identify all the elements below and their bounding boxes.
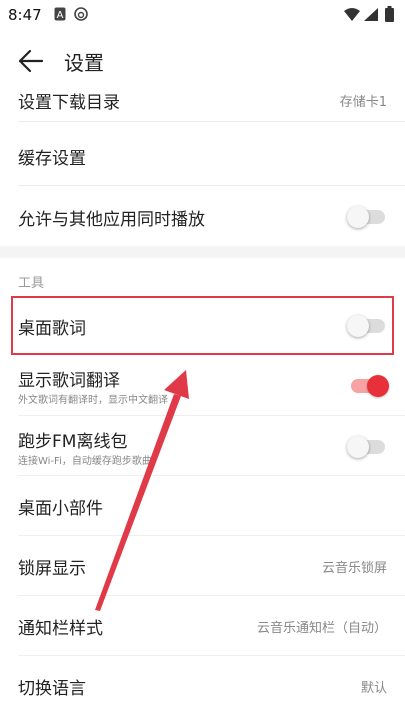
lyric-translation-label: 显示歌词翻译 <box>18 371 120 391</box>
back-arrow-icon[interactable] <box>14 46 48 76</box>
app-header: 设置 <box>0 36 405 86</box>
setting-notification-style[interactable]: 通知栏样式 云音乐通知栏（自动） <box>0 596 405 656</box>
setting-language[interactable]: 切换语言 默认 <box>0 656 405 716</box>
desktop-widget-label: 桌面小部件 <box>18 499 103 519</box>
notification-style-value: 云音乐通知栏（自动） <box>256 621 387 636</box>
cache-label: 缓存设置 <box>18 149 86 169</box>
setting-allow-other-apps[interactable]: 允许与其他应用同时播放 <box>0 186 405 246</box>
wifi-icon <box>344 8 360 21</box>
notification-style-label: 通知栏样式 <box>18 619 103 639</box>
setting-lyric-translation[interactable]: 显示歌词翻译 外文歌词有翻译时，显示中文翻译 <box>0 356 405 416</box>
status-time: 8:47 <box>8 6 42 24</box>
lockscreen-value: 云音乐锁屏 <box>321 561 387 576</box>
toggle-knob <box>367 375 389 397</box>
download-dir-value: 存储卡1 <box>339 95 387 110</box>
section-title-tools: 工具 <box>18 276 45 291</box>
highlight-box <box>11 296 394 355</box>
setting-lockscreen[interactable]: 锁屏显示 云音乐锁屏 <box>0 536 405 596</box>
a-badge-icon: A <box>54 7 66 21</box>
netease-icon <box>74 7 88 21</box>
lockscreen-label: 锁屏显示 <box>18 559 86 579</box>
signal-icon <box>364 8 378 21</box>
setting-desktop-widget[interactable]: 桌面小部件 <box>0 476 405 536</box>
lyric-translation-sub: 外文歌词有翻译时，显示中文翻译 <box>18 395 168 406</box>
toggle-knob <box>347 206 369 228</box>
page-title: 设置 <box>64 51 104 75</box>
download-dir-label: 设置下载目录 <box>18 93 120 113</box>
language-label: 切换语言 <box>18 679 86 699</box>
svg-text:A: A <box>57 10 64 21</box>
lyric-translation-toggle[interactable] <box>351 375 389 397</box>
setting-cache[interactable]: 缓存设置 <box>0 122 405 186</box>
setting-running-fm[interactable]: 跑步FM离线包 连接Wi-Fi，自动缓存跑步歌曲 <box>0 416 405 476</box>
allow-other-apps-toggle[interactable] <box>347 206 385 228</box>
running-fm-sub: 连接Wi-Fi，自动缓存跑步歌曲 <box>18 456 152 467</box>
status-bar: 8:47 A <box>0 0 405 30</box>
allow-other-apps-label: 允许与其他应用同时播放 <box>18 210 205 230</box>
language-value: 默认 <box>360 681 387 696</box>
setting-download-dir[interactable]: 设置下载目录 存储卡1 <box>0 86 405 122</box>
section-gap <box>0 246 405 258</box>
running-fm-toggle[interactable] <box>347 436 385 458</box>
toggle-knob <box>347 436 369 458</box>
battery-icon <box>385 6 394 22</box>
running-fm-label: 跑步FM离线包 <box>18 432 128 452</box>
